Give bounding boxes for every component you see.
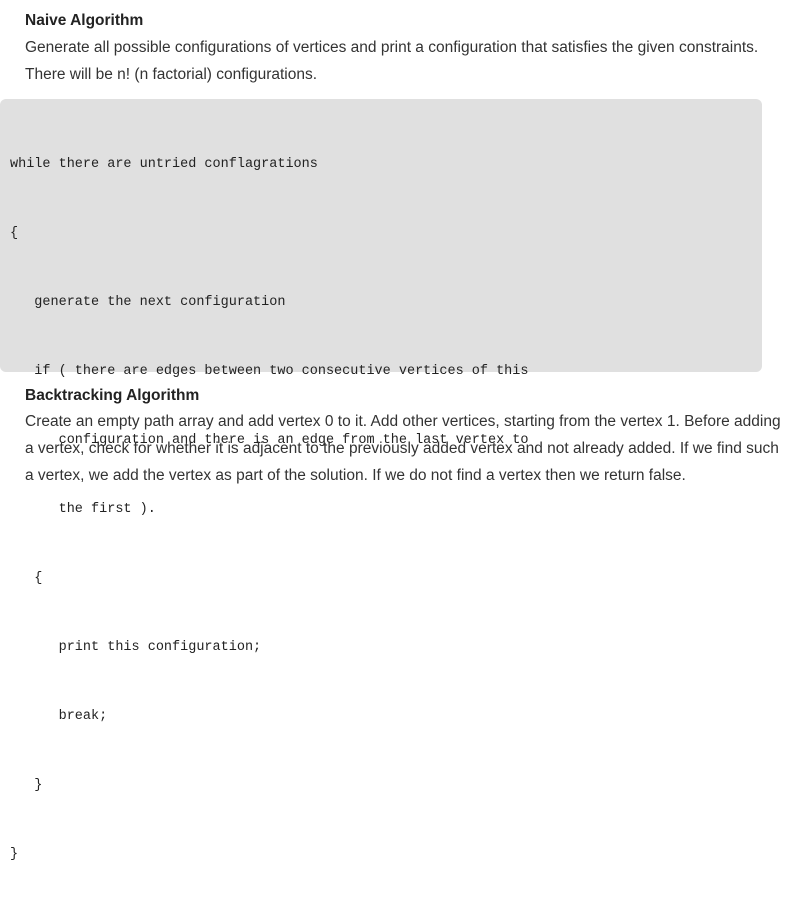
code-line: } — [10, 778, 43, 793]
code-line: the first ). — [10, 502, 156, 517]
code-line: { — [10, 571, 43, 586]
pseudocode-text: while there are untried conflagrations {… — [10, 107, 528, 912]
code-line: while there are untried conflagrations — [10, 157, 318, 172]
naive-algorithm-heading: Naive Algorithm — [25, 12, 144, 29]
code-line: } — [10, 847, 19, 862]
backtracking-algorithm-heading: Backtracking Algorithm — [25, 387, 200, 404]
naive-algorithm-paragraph: Generate all possible configurations of … — [25, 39, 759, 83]
code-line: generate the next configuration — [10, 295, 286, 310]
code-line: if ( there are edges between two consecu… — [10, 364, 529, 379]
backtracking-algorithm-paragraph: Create an empty path array and add verte… — [25, 413, 781, 484]
code-line: break; — [10, 709, 108, 724]
code-line: { — [10, 226, 19, 241]
code-line: print this configuration; — [10, 640, 262, 655]
pseudocode-block: while there are untried conflagrations {… — [0, 99, 762, 862]
